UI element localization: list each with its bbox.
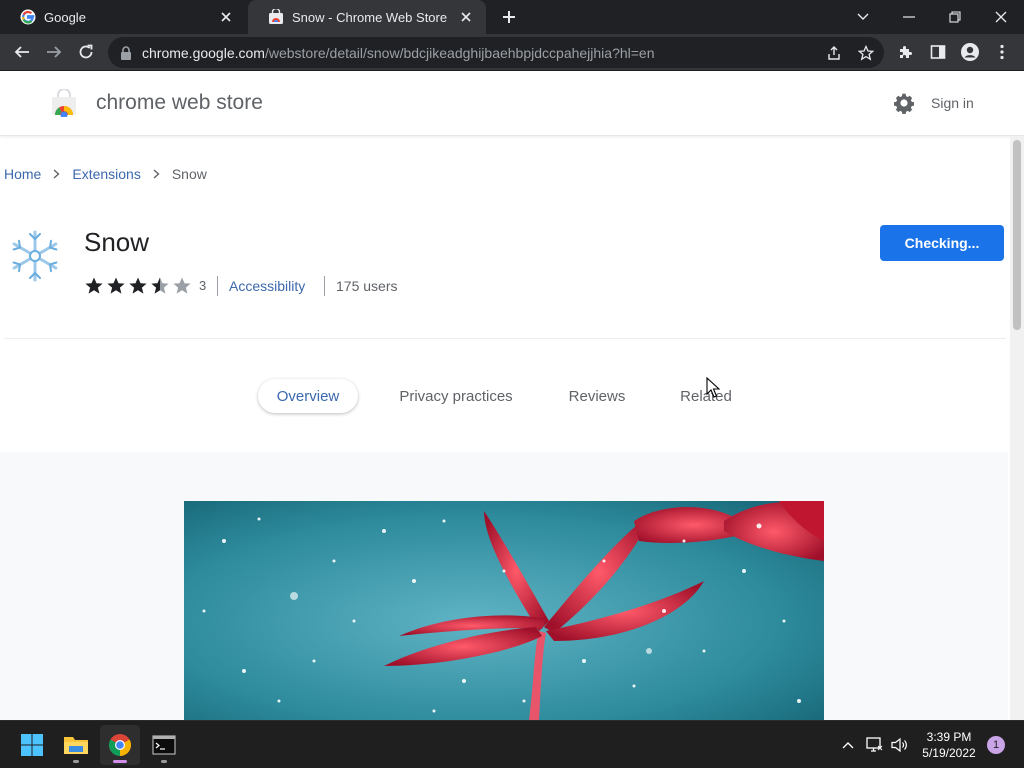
browser-tab-webstore[interactable]: Snow - Chrome Web Store xyxy=(248,0,486,34)
folder-icon xyxy=(64,737,88,754)
rating-count[interactable]: 3 xyxy=(199,278,206,293)
menu-button[interactable] xyxy=(987,37,1017,67)
chevron-right-icon xyxy=(153,167,160,182)
lock-icon[interactable] xyxy=(120,45,134,60)
chevron-right-icon xyxy=(53,167,60,182)
webstore-logo-icon[interactable] xyxy=(50,88,78,119)
webstore-icon xyxy=(268,9,284,25)
star-full-icon xyxy=(128,276,150,300)
new-tab-button[interactable] xyxy=(498,7,520,27)
volume-icon[interactable] xyxy=(890,735,910,755)
divider xyxy=(324,276,325,296)
more-vert-icon xyxy=(1000,44,1004,60)
section-divider xyxy=(4,338,1006,339)
running-indicator xyxy=(161,760,167,763)
store-title[interactable]: chrome web store xyxy=(96,91,263,115)
detail-tabs: Overview Privacy practices Reviews Relat… xyxy=(0,379,1010,413)
url-text: chrome.google.com/webstore/detail/snow/b… xyxy=(142,44,655,61)
chevron-up-icon[interactable] xyxy=(838,735,858,755)
page-scrollbar[interactable] xyxy=(1010,136,1024,720)
close-icon[interactable] xyxy=(218,9,234,25)
scrollbar-thumb[interactable] xyxy=(1013,140,1021,330)
snowflake-icon xyxy=(8,229,62,283)
chevron-down-icon xyxy=(857,13,869,20)
notification-badge[interactable]: 1 xyxy=(987,736,1005,754)
minimize-icon xyxy=(903,16,915,18)
gear-icon[interactable] xyxy=(892,91,916,115)
arrow-left-icon xyxy=(14,46,29,58)
tab-title: Google xyxy=(44,9,86,25)
clock-time: 3:39 PM xyxy=(926,730,972,744)
star-empty-icon xyxy=(172,276,194,300)
windows-taskbar: 3:39 PM 5/19/2022 1 xyxy=(0,720,1024,768)
active-indicator xyxy=(113,760,127,763)
side-panel-icon xyxy=(930,45,946,59)
extension-name: Snow xyxy=(84,227,150,257)
restore-icon xyxy=(949,11,961,23)
user-count: 175 users xyxy=(336,278,398,294)
side-panel-button[interactable] xyxy=(923,37,953,67)
puzzle-icon xyxy=(900,46,912,58)
network-icon[interactable] xyxy=(865,735,885,755)
add-to-chrome-button[interactable]: Checking... xyxy=(880,225,1004,261)
chrome-icon xyxy=(109,734,131,756)
restore-button[interactable] xyxy=(932,0,978,34)
category-link[interactable]: Accessibility xyxy=(229,278,305,294)
divider xyxy=(217,276,218,296)
arrow-right-icon xyxy=(47,46,62,58)
tab-privacy-practices[interactable]: Privacy practices xyxy=(382,379,530,413)
sign-in-link[interactable]: Sign in xyxy=(931,95,974,111)
breadcrumb-current: Snow xyxy=(171,166,207,182)
mouse-cursor-icon xyxy=(706,376,721,399)
reload-button[interactable] xyxy=(71,37,101,67)
tab-reviews[interactable]: Reviews xyxy=(554,379,640,413)
extension-screenshot[interactable] xyxy=(184,501,824,720)
google-icon xyxy=(20,9,36,25)
close-icon[interactable] xyxy=(458,9,474,25)
star-full-icon xyxy=(106,276,128,300)
tab-overview[interactable]: Overview xyxy=(258,379,358,413)
star-rating[interactable] xyxy=(84,276,194,300)
taskbar-clock[interactable]: 3:39 PM 5/19/2022 xyxy=(910,729,988,761)
plus-icon xyxy=(503,11,515,23)
tab-title: Snow - Chrome Web Store xyxy=(292,9,448,25)
tab-search-button[interactable] xyxy=(840,0,886,34)
browser-toolbar: chrome.google.com/webstore/detail/snow/b… xyxy=(0,34,1024,71)
avatar-icon xyxy=(961,43,979,61)
star-half-icon xyxy=(150,276,172,300)
start-button[interactable] xyxy=(12,725,52,765)
close-icon xyxy=(995,11,1007,23)
star-full-icon xyxy=(84,276,106,300)
webstore-header: chrome web store Sign in xyxy=(0,71,1024,136)
share-icon[interactable] xyxy=(824,43,844,63)
breadcrumb: Home Extensions Snow xyxy=(4,166,207,182)
forward-button[interactable] xyxy=(39,37,69,67)
terminal-icon xyxy=(152,735,176,755)
breadcrumb-extensions-link[interactable]: Extensions xyxy=(72,166,140,182)
back-button[interactable] xyxy=(7,37,37,67)
taskbar-file-explorer[interactable] xyxy=(56,725,96,765)
breadcrumb-home-link[interactable]: Home xyxy=(4,166,41,182)
address-bar[interactable]: chrome.google.com/webstore/detail/snow/b… xyxy=(108,37,884,68)
bookmark-star-icon[interactable] xyxy=(856,43,876,63)
taskbar-terminal[interactable] xyxy=(144,725,184,765)
browser-tabstrip: Google Snow - Chrome Web Store xyxy=(0,0,1024,34)
clock-date: 5/19/2022 xyxy=(922,746,976,760)
reload-icon xyxy=(79,44,93,59)
extensions-button[interactable] xyxy=(891,37,921,67)
browser-tab-google[interactable]: Google xyxy=(0,0,246,34)
taskbar-chrome[interactable] xyxy=(100,725,140,765)
close-window-button[interactable] xyxy=(978,0,1024,34)
minimize-button[interactable] xyxy=(886,0,932,34)
windows-logo-icon xyxy=(21,734,43,756)
running-indicator xyxy=(73,760,79,763)
profile-button[interactable] xyxy=(955,37,985,67)
